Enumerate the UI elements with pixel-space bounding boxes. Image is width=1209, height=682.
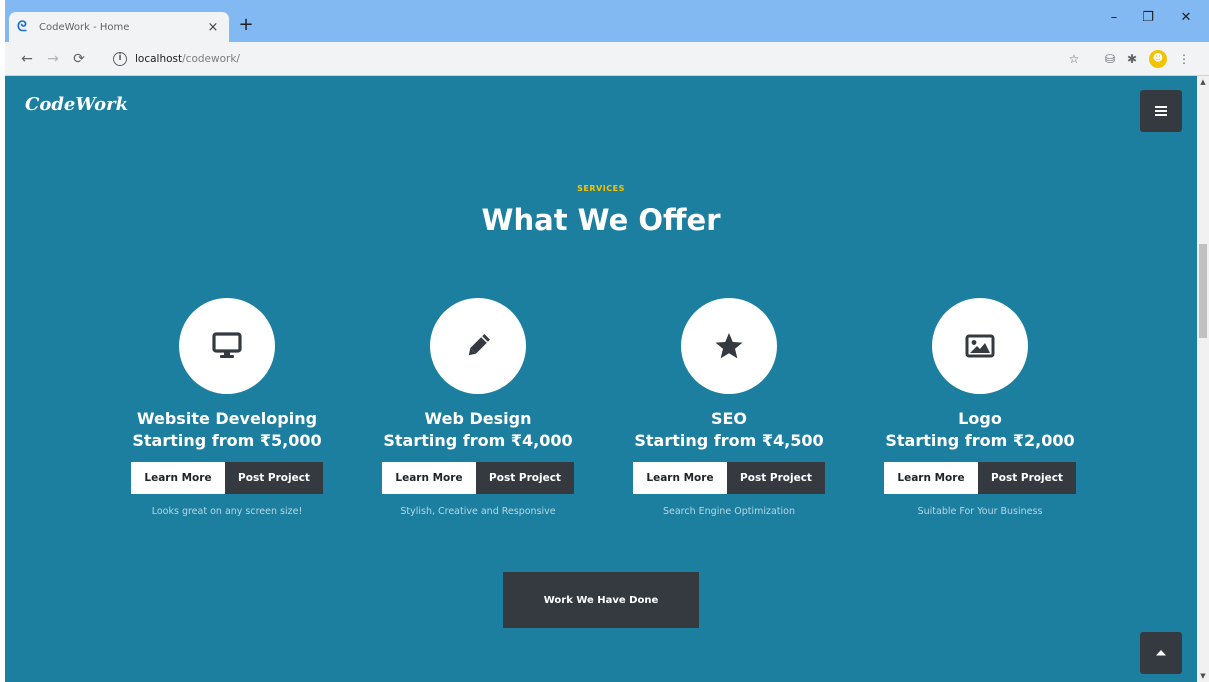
url-path: /codework/	[182, 53, 240, 65]
browser-window: ᘓ CodeWork - Home × + – ❐ ✕ ← → ⟳ i loca…	[0, 0, 1209, 682]
new-tab-button[interactable]: +	[235, 14, 257, 36]
learn-more-button[interactable]: Learn More	[131, 462, 225, 494]
service-icon-circle	[932, 298, 1028, 394]
page-content: CodeWork SERVICES What We Offer Website …	[5, 76, 1197, 682]
scroll-up-arrow-icon[interactable]: ▲	[1197, 76, 1209, 88]
service-icon-circle	[681, 298, 777, 394]
bookmark-star-icon[interactable]: ☆	[1065, 50, 1083, 68]
post-project-button[interactable]: Post Project	[225, 462, 323, 494]
back-icon[interactable]: ←	[17, 49, 37, 69]
post-project-button[interactable]: Post Project	[978, 462, 1076, 494]
restore-button[interactable]: ❐	[1133, 10, 1163, 30]
image-icon	[965, 334, 995, 358]
nav-menu-button[interactable]	[1140, 90, 1182, 132]
browser-menu-icon[interactable]: ⋮	[1175, 50, 1193, 68]
tab-strip: ᘓ CodeWork - Home × + – ❐ ✕	[5, 0, 1209, 42]
extensions-puzzle-icon[interactable]: ✱	[1123, 50, 1141, 68]
pencil-icon	[468, 333, 491, 356]
tab-codework-home[interactable]: ᘓ CodeWork - Home ×	[9, 12, 229, 42]
post-project-button[interactable]: Post Project	[727, 462, 825, 494]
section-label: SERVICES	[577, 184, 625, 193]
service-name: Web Design	[424, 409, 532, 428]
service-price: Starting from ₹4,000	[383, 431, 573, 450]
minimize-button[interactable]: –	[1099, 10, 1129, 30]
service-icon-circle	[179, 298, 275, 394]
star-icon	[715, 333, 743, 359]
service-card-web-design: Web Design Starting from ₹4,000 Learn Mo…	[358, 298, 598, 517]
work-we-have-done-button[interactable]: Work We Have Done	[503, 572, 699, 628]
brand-logo[interactable]: CodeWork	[25, 94, 128, 115]
url-host: localhost	[135, 53, 183, 65]
close-window-button[interactable]: ✕	[1171, 10, 1201, 30]
reload-icon[interactable]: ⟳	[69, 49, 89, 69]
url-text: localhost/codework/	[135, 53, 240, 65]
service-card-logo: Logo Starting from ₹2,000 Learn More Pos…	[860, 298, 1100, 517]
site-info-icon[interactable]: i	[113, 52, 127, 66]
page-scrollbar[interactable]: ▲ ▼	[1197, 76, 1209, 682]
service-price: Starting from ₹2,000	[885, 431, 1075, 450]
service-card-seo: SEO Starting from ₹4,500 Learn More Post…	[609, 298, 849, 517]
service-price: Starting from ₹5,000	[132, 431, 322, 450]
forward-icon[interactable]: →	[43, 49, 63, 69]
hamburger-icon	[1155, 106, 1167, 116]
service-description: Search Engine Optimization	[662, 506, 795, 517]
section-title: What We Offer	[481, 203, 721, 237]
chevron-up-icon	[1156, 650, 1166, 656]
service-description: Stylish, Creative and Responsive	[400, 506, 556, 517]
learn-more-button[interactable]: Learn More	[633, 462, 727, 494]
address-bar[interactable]: i localhost/codework/	[113, 48, 1053, 70]
tab-title: CodeWork - Home	[39, 21, 130, 33]
learn-more-button[interactable]: Learn More	[884, 462, 978, 494]
service-description: Looks great on any screen size!	[151, 506, 303, 517]
back-to-top-button[interactable]	[1140, 632, 1182, 674]
learn-more-button[interactable]: Learn More	[382, 462, 476, 494]
service-card-website-developing: Website Developing Starting from ₹5,000 …	[107, 298, 347, 517]
scroll-down-arrow-icon[interactable]: ▼	[1197, 670, 1209, 682]
tab-close-icon[interactable]: ×	[205, 20, 221, 35]
scrollbar-thumb[interactable]	[1199, 244, 1207, 338]
profile-avatar-icon[interactable]: ☻	[1149, 50, 1167, 68]
codework-favicon-icon: ᘓ	[17, 19, 27, 35]
service-name: SEO	[710, 409, 748, 428]
service-icon-circle	[430, 298, 526, 394]
browser-toolbar: ← → ⟳ i localhost/codework/ ☆ ⛁ ✱ ☻ ⋮	[5, 42, 1209, 76]
service-description: Suitable For Your Business	[917, 506, 1043, 517]
service-name: Website Developing	[136, 409, 318, 428]
service-name: Logo	[958, 409, 1002, 428]
monitor-icon	[212, 332, 242, 358]
extension-icon[interactable]: ⛁	[1101, 50, 1119, 68]
service-price: Starting from ₹4,500	[634, 431, 824, 450]
post-project-button[interactable]: Post Project	[476, 462, 574, 494]
